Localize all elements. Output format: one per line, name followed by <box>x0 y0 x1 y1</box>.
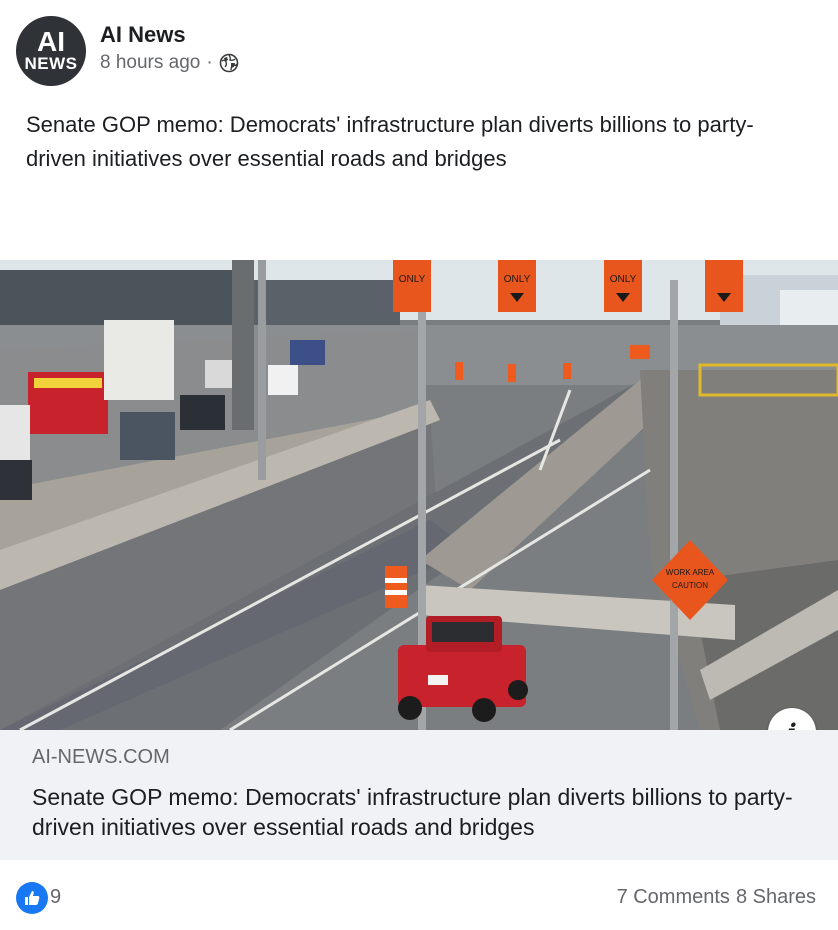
svg-text:ONLY: ONLY <box>399 274 426 285</box>
link-preview[interactable]: AI-NEWS.COM Senate GOP memo: Democrats' … <box>0 730 838 860</box>
only-sign-2: ONLY <box>498 260 536 312</box>
shares-count[interactable]: 8 Shares <box>736 886 816 909</box>
avatar-text-ai: AI <box>37 26 65 57</box>
link-domain: AI-NEWS.COM <box>32 746 170 768</box>
only-sign-3: ONLY <box>604 260 642 312</box>
like-count[interactable]: 9 <box>50 886 61 909</box>
only-sign-1: ONLY <box>393 260 431 312</box>
page-name[interactable]: AI News <box>100 22 186 48</box>
post-meta: 8 hours ago · <box>100 52 239 74</box>
reactions-bar: 9 7 Comments 8 Shares <box>0 860 838 930</box>
post-header: AI NEWS AI News 8 hours ago · <box>16 16 822 88</box>
only-sign-4 <box>705 260 743 312</box>
thumbs-up-icon[interactable] <box>16 882 48 914</box>
comments-count[interactable]: 7 Comments <box>617 886 730 909</box>
svg-text:ONLY: ONLY <box>504 274 531 285</box>
highway-scene: ONLY ONLY ONLY WORK AREA CAUTION <box>0 260 838 730</box>
svg-text:WORK AREA: WORK AREA <box>666 568 715 577</box>
avatar-text-news: NEWS <box>24 54 78 73</box>
globe-icon[interactable] <box>219 53 239 73</box>
link-title[interactable]: Senate GOP memo: Democrats' infrastructu… <box>32 782 822 842</box>
engagement-stats: 7 Comments 8 Shares <box>617 886 816 909</box>
avatar[interactable]: AI NEWS <box>16 16 86 86</box>
article-photo[interactable]: ONLY ONLY ONLY WORK AREA CAUTION <box>0 260 838 730</box>
separator: · <box>206 52 213 73</box>
svg-text:CAUTION: CAUTION <box>672 581 708 590</box>
svg-text:ONLY: ONLY <box>610 274 637 285</box>
timestamp[interactable]: 8 hours ago <box>100 52 200 74</box>
post-text: Senate GOP memo: Democrats' infrastructu… <box>26 112 754 171</box>
